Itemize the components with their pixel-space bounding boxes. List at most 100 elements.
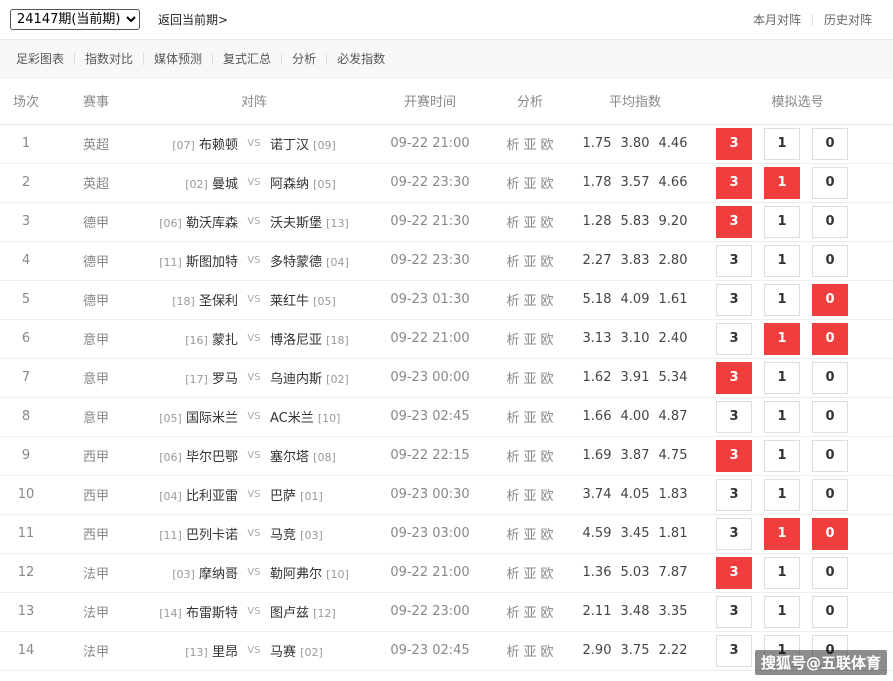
pick-button-1[interactable]: 1	[764, 478, 800, 511]
history-matchups-link[interactable]: 历史对阵	[813, 11, 883, 28]
pick-button-1[interactable]: 1	[764, 127, 800, 160]
pick-button-3[interactable]: 3	[716, 361, 752, 394]
euro-odds-link[interactable]: 欧	[541, 333, 554, 348]
pick-button-3[interactable]: 3	[716, 478, 752, 511]
analysis-link[interactable]: 析	[506, 528, 519, 543]
pick-button-0[interactable]: 0	[812, 244, 848, 277]
pick-button-0[interactable]: 0	[812, 322, 848, 355]
home-team[interactable]: 毕尔巴鄂	[186, 450, 238, 465]
league-name[interactable]: 意甲	[52, 358, 140, 398]
away-team[interactable]: 诺丁汉	[270, 138, 309, 153]
euro-odds-link[interactable]: 欧	[541, 606, 554, 621]
asian-odds-link[interactable]: 亚	[523, 177, 536, 192]
tab-multi-summary[interactable]: 复式汇总	[213, 50, 281, 67]
away-team[interactable]: 图卢兹	[270, 606, 309, 621]
away-team[interactable]: 巴萨	[270, 489, 296, 504]
pick-button-1[interactable]: 1	[764, 556, 800, 589]
home-team[interactable]: 国际米兰	[186, 411, 238, 426]
asian-odds-link[interactable]: 亚	[523, 255, 536, 270]
pick-button-0[interactable]: 0	[812, 205, 848, 238]
pick-button-1[interactable]: 1	[764, 322, 800, 355]
league-name[interactable]: 法甲	[52, 553, 140, 593]
pick-button-1[interactable]: 1	[764, 244, 800, 277]
asian-odds-link[interactable]: 亚	[523, 528, 536, 543]
league-name[interactable]: 西甲	[52, 436, 140, 476]
analysis-link[interactable]: 析	[506, 177, 519, 192]
league-name[interactable]: 意甲	[52, 319, 140, 359]
asian-odds-link[interactable]: 亚	[523, 411, 536, 426]
league-name[interactable]: 法甲	[52, 631, 140, 671]
pick-button-0[interactable]: 0	[812, 361, 848, 394]
euro-odds-link[interactable]: 欧	[541, 411, 554, 426]
league-name[interactable]: 德甲	[52, 280, 140, 320]
pick-button-1[interactable]: 1	[764, 283, 800, 316]
euro-odds-link[interactable]: 欧	[541, 372, 554, 387]
pick-button-0[interactable]: 0	[812, 166, 848, 199]
home-team[interactable]: 曼城	[212, 177, 238, 192]
home-team[interactable]: 巴列卡诺	[186, 528, 238, 543]
asian-odds-link[interactable]: 亚	[523, 645, 536, 660]
euro-odds-link[interactable]: 欧	[541, 489, 554, 504]
pick-button-3[interactable]: 3	[716, 322, 752, 355]
pick-button-1[interactable]: 1	[764, 400, 800, 433]
league-name[interactable]: 法甲	[52, 592, 140, 632]
pick-button-3[interactable]: 3	[716, 283, 752, 316]
tab-betfair-index[interactable]: 必发指数	[327, 50, 395, 67]
away-team[interactable]: 莱红牛	[270, 294, 309, 309]
pick-button-0[interactable]: 0	[812, 439, 848, 472]
asian-odds-link[interactable]: 亚	[523, 294, 536, 309]
home-team[interactable]: 摩纳哥	[199, 567, 238, 582]
asian-odds-link[interactable]: 亚	[523, 606, 536, 621]
analysis-link[interactable]: 析	[506, 450, 519, 465]
league-name[interactable]: 德甲	[52, 241, 140, 281]
analysis-link[interactable]: 析	[506, 606, 519, 621]
analysis-link[interactable]: 析	[506, 567, 519, 582]
analysis-link[interactable]: 析	[506, 411, 519, 426]
euro-odds-link[interactable]: 欧	[541, 138, 554, 153]
euro-odds-link[interactable]: 欧	[541, 177, 554, 192]
pick-button-0[interactable]: 0	[812, 517, 848, 550]
euro-odds-link[interactable]: 欧	[541, 255, 554, 270]
pick-button-0[interactable]: 0	[812, 556, 848, 589]
pick-button-3[interactable]: 3	[716, 127, 752, 160]
away-team[interactable]: 沃夫斯堡	[270, 216, 322, 231]
home-team[interactable]: 比利亚雷	[186, 489, 238, 504]
away-team[interactable]: 塞尔塔	[270, 450, 309, 465]
league-name[interactable]: 西甲	[52, 514, 140, 554]
asian-odds-link[interactable]: 亚	[523, 333, 536, 348]
tab-chart[interactable]: 足彩图表	[6, 50, 74, 67]
pick-button-0[interactable]: 0	[812, 127, 848, 160]
analysis-link[interactable]: 析	[506, 489, 519, 504]
euro-odds-link[interactable]: 欧	[541, 567, 554, 582]
pick-button-1[interactable]: 1	[764, 361, 800, 394]
league-name[interactable]: 英超	[52, 163, 140, 203]
away-team[interactable]: 勒阿弗尔	[270, 567, 322, 582]
league-name[interactable]: 德甲	[52, 202, 140, 242]
home-team[interactable]: 斯图加特	[186, 255, 238, 270]
pick-button-1[interactable]: 1	[764, 517, 800, 550]
analysis-link[interactable]: 析	[506, 645, 519, 660]
analysis-link[interactable]: 析	[506, 138, 519, 153]
euro-odds-link[interactable]: 欧	[541, 645, 554, 660]
league-name[interactable]: 意甲	[52, 397, 140, 437]
home-team[interactable]: 勒沃库森	[186, 216, 238, 231]
euro-odds-link[interactable]: 欧	[541, 294, 554, 309]
pick-button-0[interactable]: 0	[812, 283, 848, 316]
asian-odds-link[interactable]: 亚	[523, 567, 536, 582]
period-select[interactable]: 24147期(当前期)	[10, 9, 140, 30]
euro-odds-link[interactable]: 欧	[541, 450, 554, 465]
tab-analysis[interactable]: 分析	[282, 50, 326, 67]
away-team[interactable]: AC米兰	[270, 411, 314, 426]
away-team[interactable]: 博洛尼亚	[270, 333, 322, 348]
euro-odds-link[interactable]: 欧	[541, 528, 554, 543]
home-team[interactable]: 布雷斯特	[186, 606, 238, 621]
away-team[interactable]: 多特蒙德	[270, 255, 322, 270]
asian-odds-link[interactable]: 亚	[523, 489, 536, 504]
pick-button-3[interactable]: 3	[716, 400, 752, 433]
away-team[interactable]: 乌迪内斯	[270, 372, 322, 387]
pick-button-3[interactable]: 3	[716, 166, 752, 199]
tab-odds-compare[interactable]: 指数对比	[75, 50, 143, 67]
analysis-link[interactable]: 析	[506, 333, 519, 348]
home-team[interactable]: 罗马	[212, 372, 238, 387]
pick-button-1[interactable]: 1	[764, 595, 800, 628]
